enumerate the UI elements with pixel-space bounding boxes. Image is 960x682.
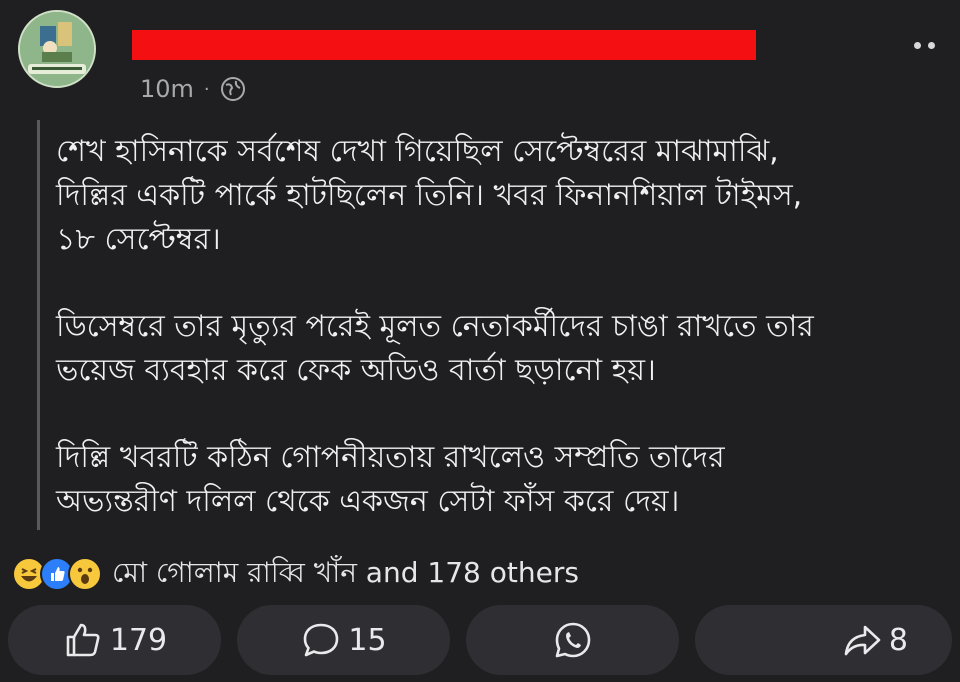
- comment-button[interactable]: 15: [237, 605, 450, 675]
- redaction-bar: [132, 30, 756, 60]
- like-button[interactable]: 179: [8, 605, 221, 675]
- meta-separator: ·: [203, 78, 210, 100]
- like-count: 179: [109, 622, 168, 658]
- reaction-summary-text: মো গোলাম রাব্বি খাঁন and 178 others: [112, 555, 579, 589]
- wow-emoji-icon: [68, 557, 102, 591]
- post-action-bar: 179 15 8: [8, 605, 952, 675]
- comment-count: 15: [348, 622, 387, 658]
- post-paragraph: ডিসেম্বরে তার মৃত্যুর পরেই মূলত নেতাকর্ম…: [56, 309, 814, 388]
- quote-bar: [37, 120, 40, 530]
- post-paragraph: দিল্লি খবরটি কঠিন গোপনীয়তায় রাখলেও সম্…: [56, 440, 725, 519]
- reaction-summary[interactable]: মো গোলাম রাব্বি খাঁন and 178 others: [12, 554, 579, 594]
- globe-icon: [220, 77, 245, 101]
- post-meta: 10m ·: [140, 72, 246, 106]
- whatsapp-icon: [555, 622, 590, 658]
- whatsapp-share-button[interactable]: [466, 605, 679, 675]
- comment-bubble-icon: [304, 623, 339, 657]
- page-avatar[interactable]: [18, 10, 96, 88]
- more-options-button[interactable]: [914, 38, 944, 52]
- share-button[interactable]: 8: [695, 605, 952, 675]
- post-paragraph: শেখ হাসিনাকে সর্বশেষ দেখা গিয়েছিল সেপ্ট…: [56, 134, 803, 257]
- share-arrow-icon: [844, 625, 881, 656]
- post-body: শেখ হাসিনাকে সর্বশেষ দেখা গিয়েছিল সেপ্ট…: [56, 130, 936, 567]
- thumbs-up-icon: [66, 623, 100, 657]
- post-time[interactable]: 10m: [140, 75, 194, 103]
- more-dot-icon: [914, 41, 921, 49]
- share-count: 8: [888, 622, 908, 658]
- more-dot-icon: [928, 41, 935, 49]
- avatar-logo-image: [20, 12, 94, 86]
